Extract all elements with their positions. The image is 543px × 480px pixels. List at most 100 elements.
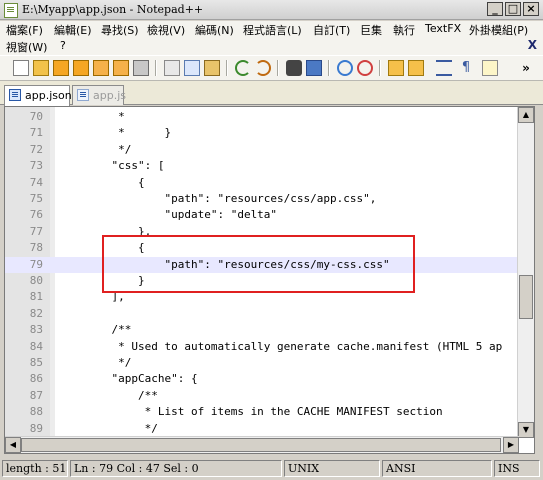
- code-line[interactable]: 89 */: [5, 421, 518, 437]
- line-number: 70: [29, 110, 43, 123]
- menu-plugins[interactable]: 外掛模組(P): [469, 22, 528, 38]
- code-text[interactable]: "update": "delta": [85, 208, 277, 221]
- line-number: 84: [29, 339, 43, 353]
- menu-view[interactable]: 檢視(V): [147, 22, 185, 38]
- tab-label: app.js: [93, 89, 126, 102]
- code-line[interactable]: 84 * Used to automatically generate cach…: [5, 339, 518, 355]
- sync-horizontal-icon[interactable]: [408, 60, 424, 76]
- line-number: 86: [29, 372, 43, 386]
- editor[interactable]: 70 * 71 * } 72 */73 "css": [74 {75 "path":…: [4, 106, 535, 454]
- indent-guide-icon[interactable]: [482, 60, 498, 76]
- show-all-chars-icon[interactable]: ¶: [458, 60, 474, 76]
- open-file-icon[interactable]: [33, 60, 49, 76]
- code-line[interactable]: 74 {: [5, 175, 518, 191]
- scroll-left-button[interactable]: ◀: [5, 437, 21, 453]
- line-number: 72: [29, 142, 43, 156]
- line-number: 88: [29, 405, 43, 419]
- scroll-down-button[interactable]: ▼: [518, 422, 534, 438]
- line-number: 87: [29, 388, 43, 402]
- code-line[interactable]: 87 /**: [5, 388, 518, 404]
- code-line[interactable]: 88 * List of items in the CACHE MANIFEST…: [5, 404, 518, 420]
- menu-search[interactable]: 尋找(S): [101, 22, 139, 38]
- code-line[interactable]: 82: [5, 306, 518, 322]
- status-length: length : 5108: [2, 460, 68, 477]
- code-line[interactable]: 85 */: [5, 355, 518, 371]
- redo-icon[interactable]: [255, 60, 271, 76]
- find-icon[interactable]: [286, 60, 302, 76]
- code-line[interactable]: 76 "update": "delta": [5, 207, 518, 223]
- code-line[interactable]: 86 "appCache": {: [5, 371, 518, 387]
- word-wrap-icon[interactable]: [436, 60, 452, 76]
- print-icon[interactable]: [133, 60, 149, 76]
- tab-app-json[interactable]: app.json: [4, 85, 72, 106]
- menu-textfx[interactable]: TextFX: [425, 22, 461, 35]
- menu-encoding[interactable]: 編碼(N): [195, 22, 234, 38]
- zoom-out-icon[interactable]: [357, 60, 373, 76]
- scroll-right-button[interactable]: ▶: [503, 437, 519, 453]
- code-line[interactable]: 71 * }: [5, 125, 518, 141]
- save-all-icon[interactable]: [73, 60, 89, 76]
- scroll-up-button[interactable]: ▲: [518, 107, 534, 123]
- paste-icon[interactable]: [204, 60, 220, 76]
- line-number: 74: [29, 175, 43, 189]
- horizontal-scrollbar[interactable]: ◀ ▶: [5, 436, 519, 453]
- code-line[interactable]: 75 "path": "resources/css/app.css",: [5, 191, 518, 207]
- code-text[interactable]: */: [85, 356, 131, 369]
- close-file-icon[interactable]: [93, 60, 109, 76]
- vertical-scroll-thumb[interactable]: [519, 275, 533, 319]
- code-text[interactable]: *: [85, 110, 125, 123]
- maximize-button[interactable]: □: [505, 2, 521, 16]
- line-number: 73: [29, 159, 43, 173]
- close-window-button[interactable]: ×: [523, 2, 539, 16]
- menu-settings[interactable]: 自訂(T): [313, 22, 350, 38]
- menu-file[interactable]: 檔案(F): [6, 22, 43, 38]
- status-eol: UNIX: [284, 460, 380, 477]
- toolbar-separator: [277, 60, 279, 76]
- code-text[interactable]: */: [85, 143, 131, 156]
- code-line[interactable]: 70 *: [5, 109, 518, 125]
- toolbar-overflow-chevron-icon[interactable]: »: [518, 60, 534, 76]
- code-line[interactable]: 72 */: [5, 142, 518, 158]
- undo-icon[interactable]: [235, 60, 251, 76]
- line-number: 89: [29, 421, 43, 435]
- code-text[interactable]: * List of items in the CACHE MANIFEST se…: [85, 405, 443, 418]
- notepad-app-icon: [4, 3, 18, 18]
- file-icon: [9, 89, 21, 101]
- code-text[interactable]: * Used to automatically generate cache.m…: [85, 340, 502, 353]
- code-text[interactable]: */: [85, 422, 158, 435]
- new-file-icon[interactable]: [13, 60, 29, 76]
- code-text[interactable]: /**: [85, 323, 131, 336]
- line-number: 85: [29, 356, 43, 369]
- menu-window[interactable]: 視窗(W): [6, 39, 47, 55]
- menu-language[interactable]: 程式語言(L): [243, 22, 302, 38]
- toolbar-separator: [226, 60, 228, 76]
- replace-icon[interactable]: [306, 60, 322, 76]
- line-number: 71: [29, 126, 43, 140]
- cut-icon[interactable]: [164, 60, 180, 76]
- line-number: 82: [29, 306, 43, 320]
- code-text[interactable]: {: [85, 176, 145, 189]
- close-all-icon[interactable]: [113, 60, 129, 76]
- close-document-x-icon[interactable]: X: [528, 38, 537, 52]
- line-number: 78: [29, 241, 43, 255]
- status-encoding: ANSI: [382, 460, 492, 477]
- minimize-button[interactable]: _: [487, 2, 503, 16]
- code-text[interactable]: /**: [85, 389, 158, 402]
- code-text[interactable]: "css": [: [85, 159, 164, 172]
- vertical-scrollbar[interactable]: ▲ ▼: [517, 107, 534, 438]
- code-text[interactable]: "path": "resources/css/app.css",: [85, 192, 376, 205]
- menu-edit[interactable]: 編輯(E): [54, 22, 92, 38]
- save-icon[interactable]: [53, 60, 69, 76]
- horizontal-scroll-thumb[interactable]: [21, 438, 501, 452]
- code-line[interactable]: 73 "css": [: [5, 158, 518, 174]
- tab-app-js[interactable]: app.js: [72, 85, 126, 105]
- menu-run[interactable]: 執行: [393, 22, 415, 38]
- copy-icon[interactable]: [184, 60, 200, 76]
- menu-macro[interactable]: 巨集: [360, 22, 382, 38]
- sync-vertical-icon[interactable]: [388, 60, 404, 76]
- code-text[interactable]: * }: [85, 126, 171, 139]
- code-text[interactable]: "appCache": {: [85, 372, 197, 385]
- menu-help[interactable]: ?: [60, 39, 66, 52]
- zoom-in-icon[interactable]: [337, 60, 353, 76]
- code-line[interactable]: 83 /**: [5, 322, 518, 338]
